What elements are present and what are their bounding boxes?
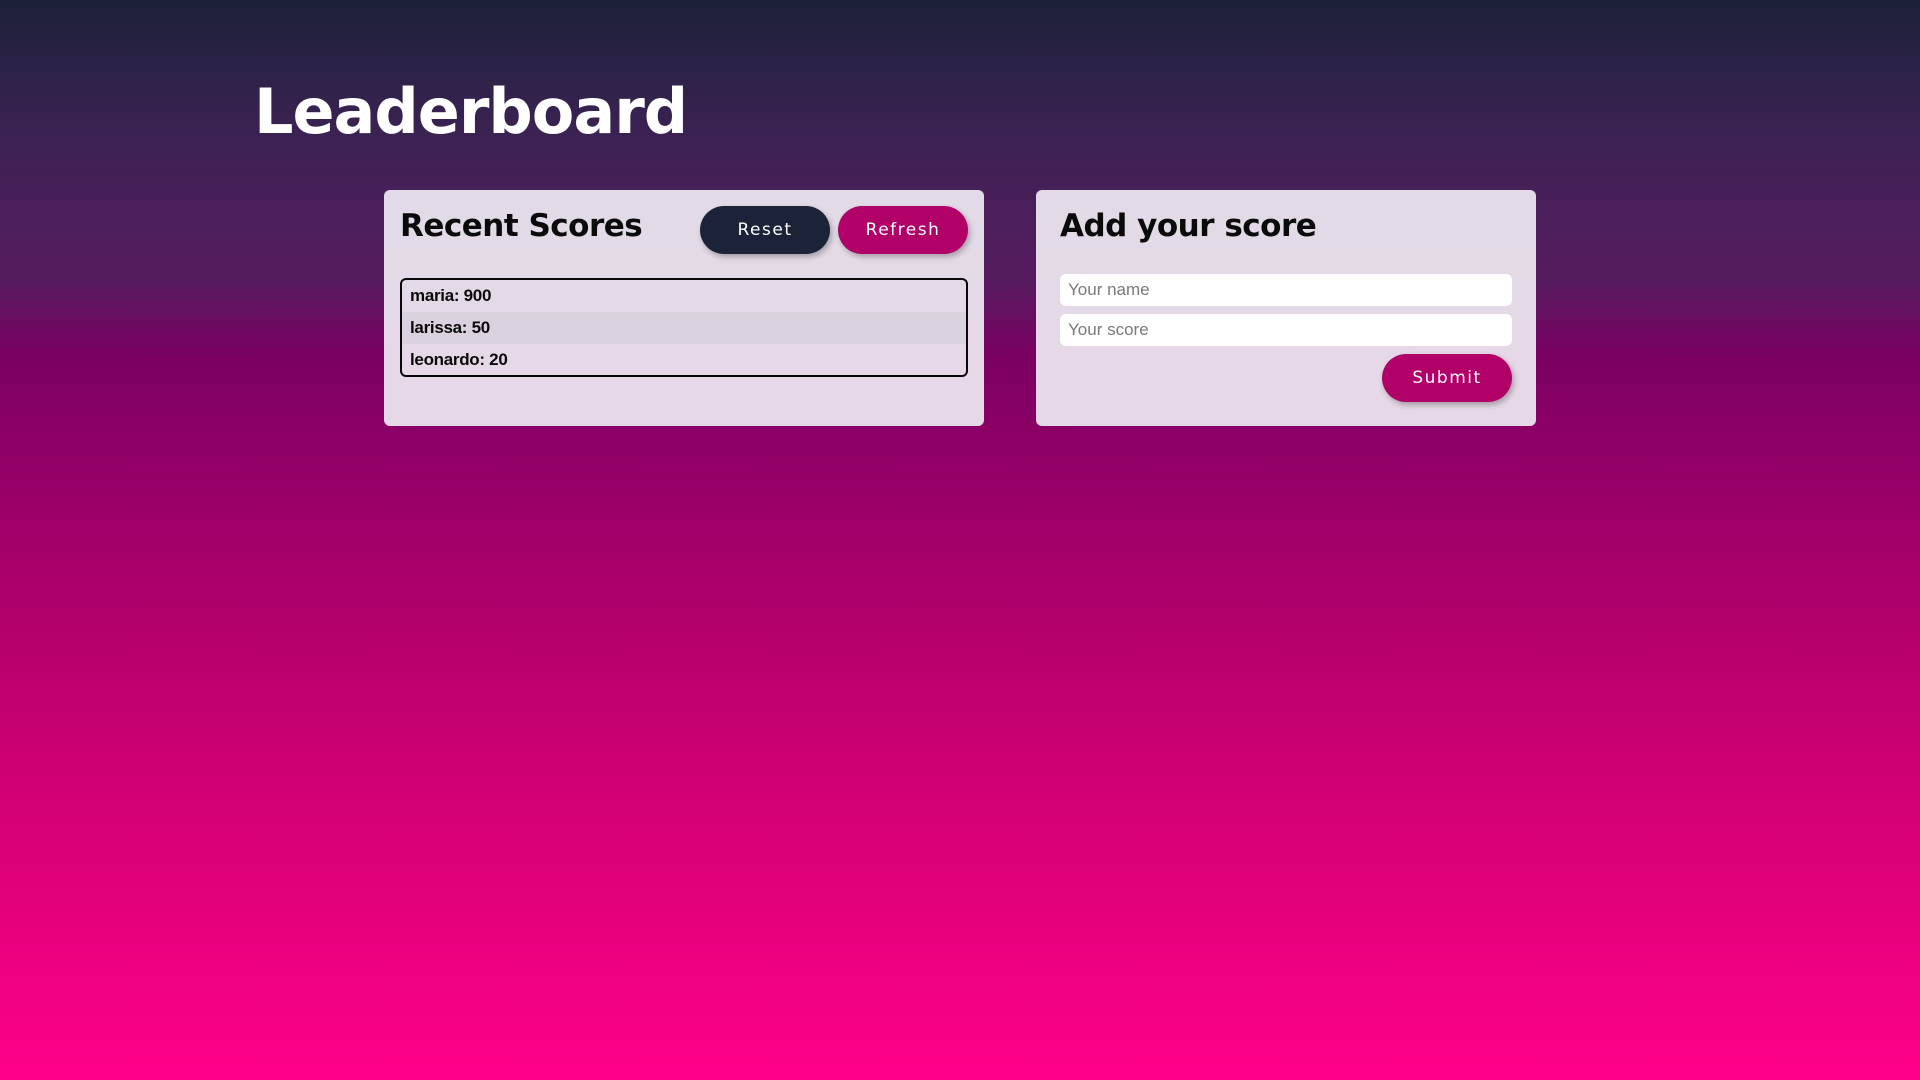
add-score-heading: Add your score [1060,208,1317,244]
add-score-card: Add your score Submit [1036,190,1536,426]
score-input[interactable] [1060,314,1512,346]
recent-scores-card: Recent Scores Reset Refresh maria: 900 l… [384,190,984,426]
refresh-button[interactable]: Refresh [838,206,968,254]
score-list: maria: 900 larissa: 50 leonardo: 20 [400,278,968,377]
score-list-item: maria: 900 [410,286,492,305]
page-title: Leaderboard [254,75,688,148]
submit-button[interactable]: Submit [1382,354,1512,402]
score-list-item: larissa: 50 [402,312,966,344]
name-input[interactable] [1060,274,1512,306]
score-list-item: leonardo: 20 [410,350,508,369]
recent-scores-heading: Recent Scores [400,208,643,244]
reset-button[interactable]: Reset [700,206,830,254]
